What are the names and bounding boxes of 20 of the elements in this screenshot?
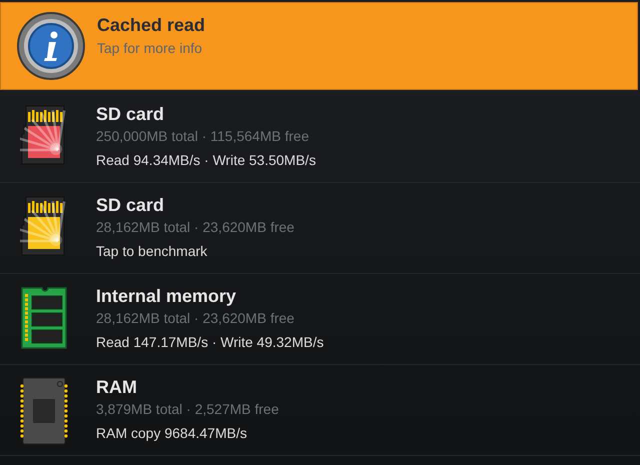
- capacity-text: 28,162MB total · 23,620MB free: [96, 218, 294, 237]
- banner-subtitle: Tap for more info: [97, 40, 204, 56]
- capacity-text: 28,162MB total · 23,620MB free: [96, 309, 296, 328]
- chip-icon: [19, 377, 69, 445]
- storage-title[interactable]: SD card: [96, 103, 316, 125]
- benchmark-result: Read 94.34MB/s · Write 53.50MB/s: [96, 151, 316, 170]
- sd-card-icon: [20, 104, 68, 166]
- storage-title[interactable]: Internal memory: [96, 285, 324, 307]
- benchmark-result: RAM copy 9684.47MB/s: [96, 424, 248, 443]
- memory-module-icon: [20, 286, 68, 352]
- info-banner[interactable]: Cached read Tap for more info: [0, 2, 638, 90]
- sd-card-icon: [20, 195, 68, 257]
- benchmark-result: Read 147.17MB/s · Write 49.32MB/s: [96, 333, 324, 352]
- capacity-text: 3,879MB total · 2,527MB free: [96, 400, 279, 419]
- benchmark-result: Tap to benchmark: [96, 242, 208, 261]
- banner-title: Cached read: [97, 14, 206, 36]
- storage-title[interactable]: RAM: [96, 376, 279, 398]
- info-icon: [16, 11, 86, 81]
- capacity-text: 250,000MB total · 115,564MB free: [96, 127, 310, 146]
- storage-title[interactable]: SD card: [96, 194, 294, 216]
